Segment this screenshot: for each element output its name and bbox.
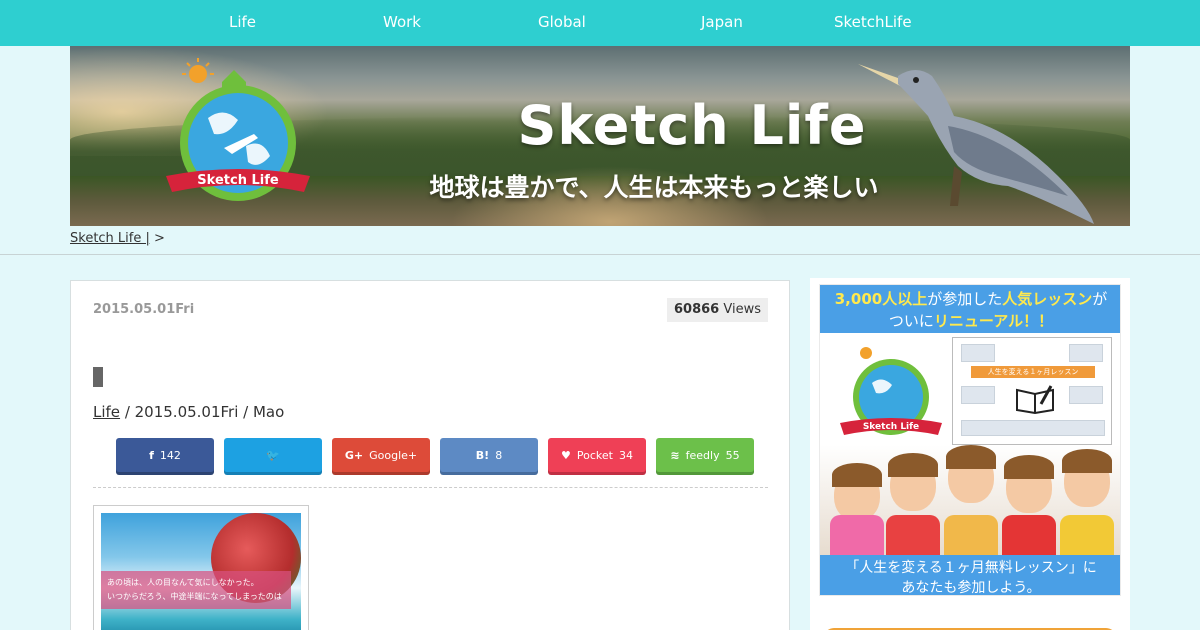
logo-text: Sketch Life [197,173,279,188]
child-4-shirt [1002,515,1056,555]
video-thumb-2 [1069,344,1103,362]
thumbnail-caption-line1: あの頃は、人の目なんて気にしなかった。 [107,578,259,587]
ad-highlight-popular: 人気レッスン [1002,290,1093,308]
article-category-link[interactable]: Life [93,403,120,421]
ad-header: 3,000人以上が参加した人気レッスンが ついにリニューアル！！ [820,285,1120,333]
thumbnail-caption-band: あの頃は、人の目なんて気にしなかった。 いつからだろう、中途半端になってしまった… [101,571,291,609]
thumbnail-image: あの頃は、人の目なんて気にしなかった。 いつからだろう、中途半端になってしまった… [101,513,301,630]
sketch-life-logo: Sketch Life [166,58,310,201]
child-2 [888,453,938,511]
thumbnail-caption-line2: いつからだろう、中途半端になってしまったのは [107,592,282,601]
nav-item-sketchlife[interactable]: SketchLife [834,13,912,31]
video-thumb-3 [961,386,995,404]
header-divider [0,254,1200,255]
view-counter: 60866 Views [667,298,768,322]
ad-footer: 「人生を変える１ヶ月無料レッスン」に あなたも参加しよう。 [820,555,1120,596]
lesson-screenshot: 人生を変える１ヶ月レッスン [952,337,1112,445]
googleplus-label: Google+ [369,448,418,462]
ad-logo-text: Sketch Life [863,422,919,432]
twitter-share-button[interactable]: 🐦 [224,438,322,472]
facebook-share-count: 142 [159,448,181,462]
share-divider [93,487,768,488]
googleplus-icon: G+ [344,448,364,462]
article-meta: Life / 2015.05.01Fri / Mao [93,403,284,421]
facebook-icon: f [149,448,154,462]
breadcrumb-separator: > [154,231,165,246]
top-navigation: Life Work Global Japan SketchLife [0,0,1200,46]
child-1 [832,463,882,521]
ad-text-finally: ついに [888,312,934,330]
ad-text-joined: が参加した [927,290,1003,308]
ad-highlight-renewal: リニューアル！！ [933,312,1054,330]
breadcrumb-home[interactable]: Sketch Life | [70,231,150,246]
child-2-shirt [886,515,940,555]
hatena-bookmark-button[interactable]: B! 8 [440,438,538,472]
nav-item-japan[interactable]: Japan [701,13,743,31]
nav-item-global[interactable]: Global [538,13,586,31]
book-icon [1016,385,1054,414]
ad-text-ga: が [1092,290,1108,308]
view-label: Views [723,302,761,317]
nav-item-work[interactable]: Work [383,13,421,31]
feedly-label: feedly [685,448,720,462]
child-3 [946,445,996,503]
pocket-count: 34 [618,448,633,462]
children-photo [820,445,1120,555]
hatena-count: 8 [495,448,503,462]
article-thumbnail[interactable]: あの頃は、人の目なんて気にしなかった。 いつからだろう、中途半端になってしまった… [93,505,309,630]
pocket-share-button[interactable]: ♥ Pocket 34 [548,438,646,472]
article-title-marker [93,367,103,387]
facebook-share-button[interactable]: f 142 [116,438,214,472]
pocket-icon: ♥ [561,448,571,462]
feedly-icon: ≋ [670,448,680,462]
nav-item-life[interactable]: Life [229,13,256,31]
header-banner[interactable]: Sketch Life Sketch Life 地球は豊かで、人生は本来もっと楽… [70,46,1130,226]
child-4 [1004,455,1054,513]
breadcrumb: Sketch Life | > [70,231,165,246]
twitter-icon: 🐦 [266,448,280,462]
lesson-description-block [961,420,1105,436]
bird-illustration [858,64,1094,224]
view-count: 60866 [674,302,720,317]
lesson-ad-banner[interactable]: 3,000人以上が参加した人気レッスンが ついにリニューアル！！ Sketch … [819,284,1121,596]
child-3-shirt [944,515,998,555]
article-card: 2015.05.01Fri 60866 Views Life / 2015.05… [70,280,790,630]
sidebar: 3,000人以上が参加した人気レッスンが ついにリニューアル！！ Sketch … [810,278,1130,630]
pocket-label: Pocket [576,448,613,462]
child-1-shirt [830,515,884,555]
feedly-follow-button[interactable]: ≋ feedly 55 [656,438,754,472]
article-date: 2015.05.01Fri [93,302,195,317]
googleplus-share-button[interactable]: G+ Google+ [332,438,430,472]
child-5 [1062,449,1112,507]
video-thumb-4 [1069,386,1103,404]
video-thumb-1 [961,344,995,362]
ad-footer-line1: 「人生を変える１ヶ月無料レッスン」に [845,560,1097,576]
feedly-count: 55 [725,448,740,462]
article-meta-details: / 2015.05.01Fri / Mao [120,403,285,421]
ad-sketch-life-logo: Sketch Life [840,347,942,435]
hatena-icon: B! [475,448,490,462]
ad-footer-line2: あなたも参加しよう。 [901,580,1041,596]
lesson-title-bar: 人生を変える１ヶ月レッスン [971,366,1095,378]
ad-highlight-participants: 3,000人以上 [834,290,928,308]
ad-header-line2: ついにリニューアル！！ [820,310,1120,331]
child-5-shirt [1060,515,1114,555]
ad-header-line1: 3,000人以上が参加した人気レッスンが [820,288,1120,309]
